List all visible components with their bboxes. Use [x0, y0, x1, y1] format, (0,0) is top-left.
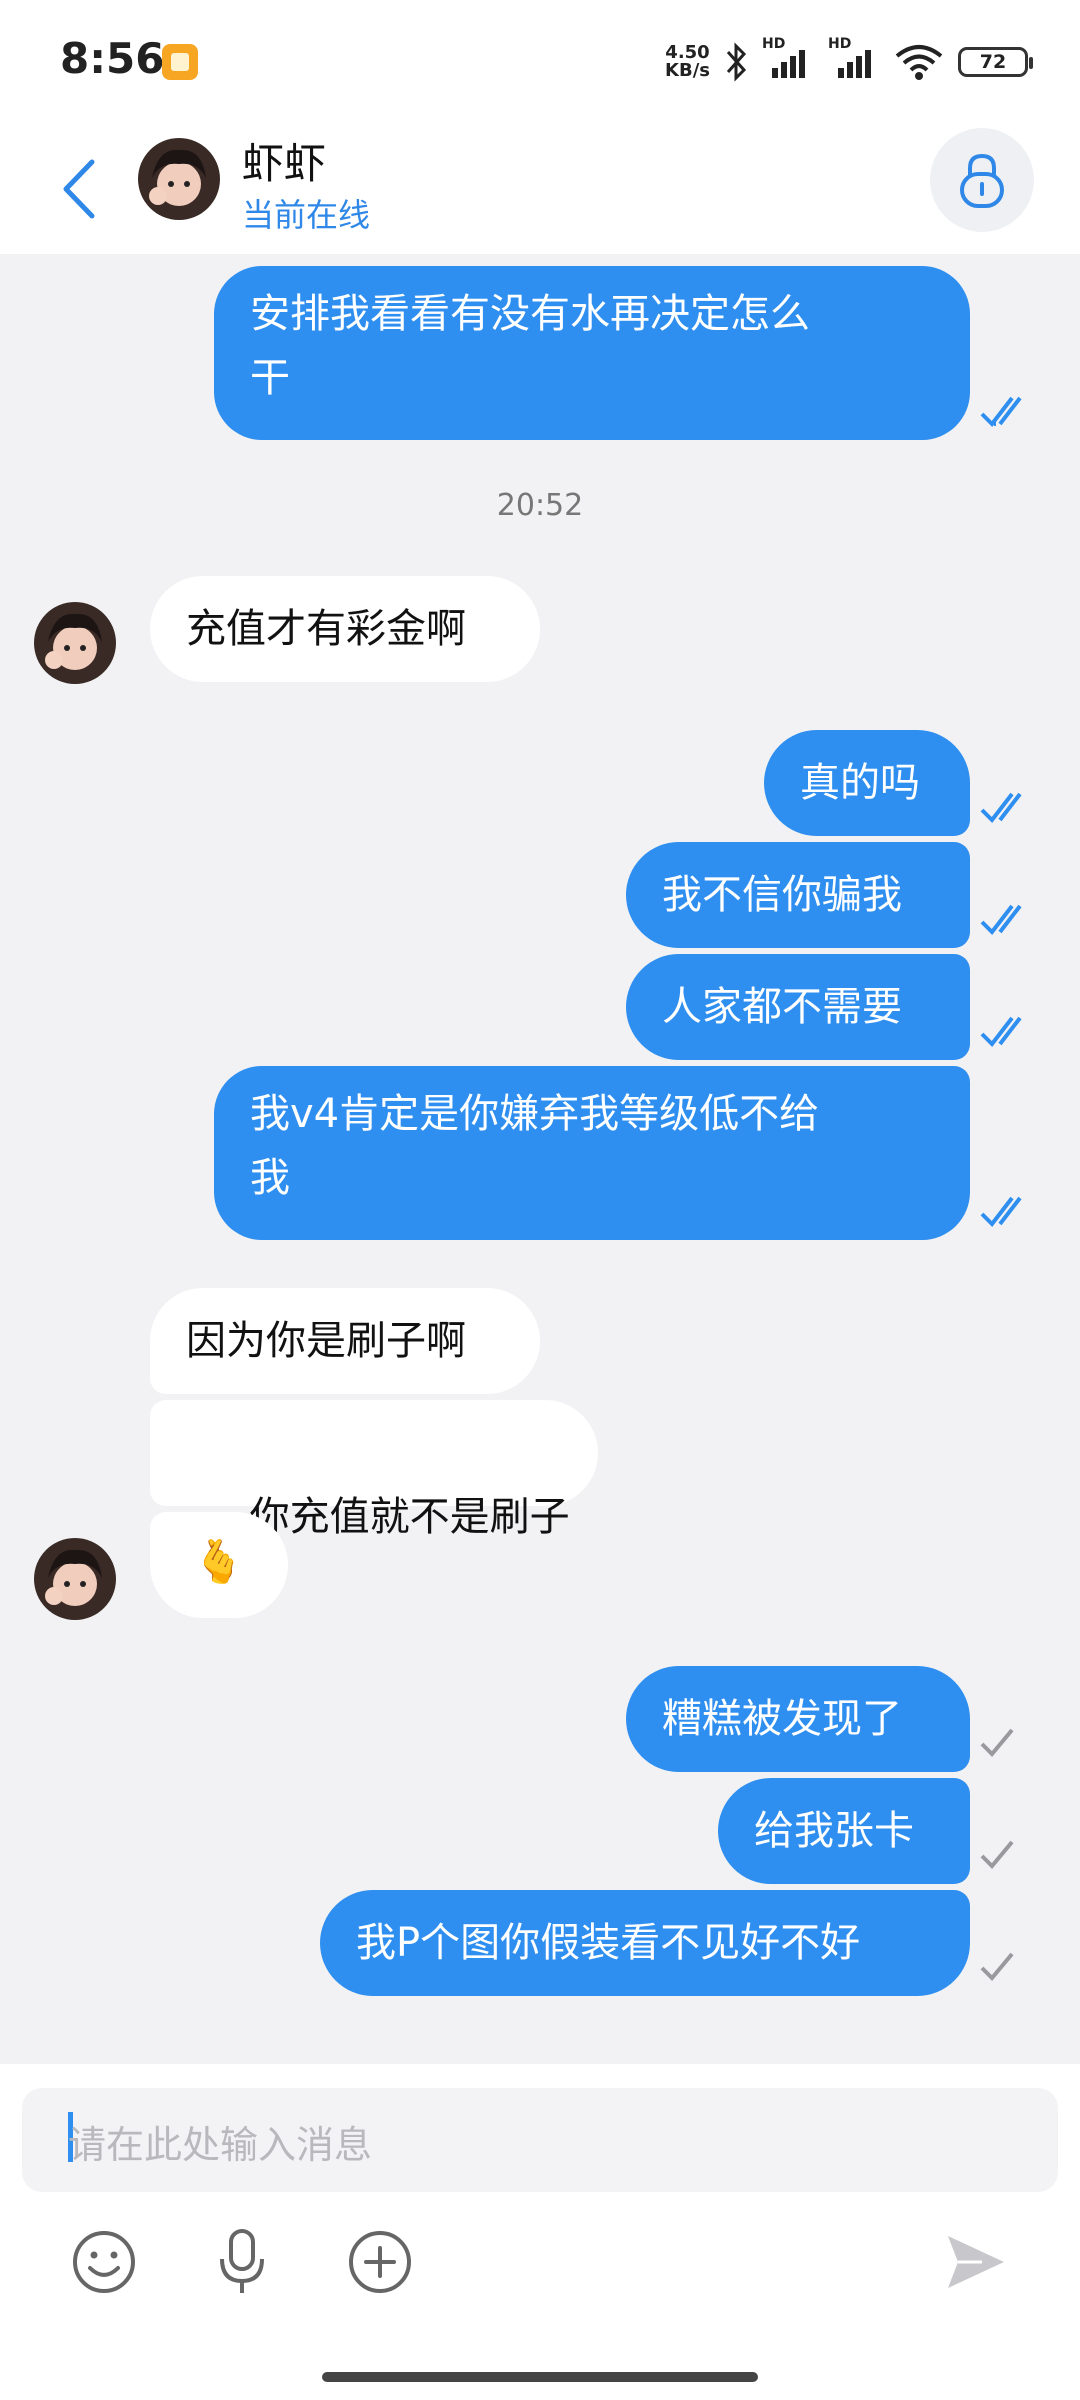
- status-time: 8:56: [60, 34, 165, 83]
- lock-button[interactable]: [930, 128, 1034, 232]
- cellular-signal-1-icon: HD: [762, 36, 814, 82]
- lock-icon: [960, 153, 1004, 208]
- read-double-check-icon: [980, 396, 1022, 428]
- send-icon: [948, 2236, 1004, 2288]
- cellular-signal-2-icon: HD: [828, 36, 880, 82]
- outgoing-message[interactable]: 人家都不需要: [626, 954, 970, 1060]
- contact-name: 虾虾: [242, 139, 327, 188]
- incoming-message[interactable]: 🫰: [150, 1512, 288, 1618]
- finger-heart-emoji: 🫰: [192, 1537, 246, 1586]
- message-text: 真的吗: [800, 760, 920, 806]
- read-double-check-icon: [980, 1196, 1022, 1228]
- sent-check-icon: [980, 1840, 1014, 1869]
- incoming-message[interactable]: 充值才有彩金啊: [150, 576, 540, 682]
- status-bar: 8:56 4.50 KB/s HD HD 72: [0, 0, 1080, 124]
- sender-avatar[interactable]: [34, 602, 116, 684]
- contact-avatar[interactable]: [138, 138, 220, 220]
- incoming-message[interactable]: 因为你是刷子啊: [150, 1288, 540, 1394]
- read-double-check-icon: [980, 904, 1022, 936]
- wifi-icon: [894, 42, 944, 82]
- message-text: 充值才有彩金啊: [186, 606, 466, 652]
- message-text: 给我张卡: [754, 1808, 914, 1854]
- chat-header: 虾虾 当前在线: [0, 124, 1080, 254]
- outgoing-message[interactable]: 糟糕被发现了: [626, 1666, 970, 1772]
- emoji-button[interactable]: [64, 2222, 144, 2302]
- battery-level: 72: [979, 51, 1007, 73]
- message-text-line: 安排我看看有没有水再决定怎么: [250, 291, 810, 337]
- sender-avatar[interactable]: [34, 1538, 116, 1620]
- incoming-message[interactable]: 你充值就不是刷子: [150, 1400, 598, 1540]
- message-text: 你充值就不是刷子: [236, 1494, 570, 1540]
- bluetooth-icon: [724, 42, 748, 82]
- emoji-icon: [73, 2231, 135, 2293]
- timestamp: 20:52: [496, 488, 584, 523]
- attach-button[interactable]: [340, 2222, 420, 2302]
- message-text: 糟糕被发现了: [662, 1696, 902, 1742]
- message-text-line: 我: [250, 1155, 290, 1201]
- outgoing-message[interactable]: 我v4肯定是你嫌弃我等级低不给 我: [214, 1066, 970, 1240]
- battery-indicator: 72: [958, 47, 1033, 77]
- outgoing-message[interactable]: 给我张卡: [718, 1778, 970, 1884]
- message-text-line: 我v4肯定是你嫌弃我等级低不给: [250, 1091, 820, 1137]
- read-double-check-icon: [980, 1016, 1022, 1048]
- message-input-placeholder: 请在此处输入消息: [68, 2123, 373, 2167]
- message-composer: 请在此处输入消息: [0, 2064, 1080, 2400]
- sent-check-icon: [980, 1952, 1014, 1981]
- outgoing-message[interactable]: 我不信你骗我: [626, 842, 970, 948]
- outgoing-message[interactable]: 安排我看看有没有水再决定怎么 干: [214, 266, 970, 440]
- home-indicator[interactable]: [322, 2372, 758, 2382]
- voice-button[interactable]: [202, 2222, 282, 2302]
- back-arrow-icon: [63, 159, 95, 219]
- read-double-check-icon: [980, 792, 1022, 824]
- message-text: 因为你是刷子啊: [186, 1318, 466, 1364]
- message-text-line: 干: [250, 355, 290, 401]
- network-speed-unit: KB/s: [665, 60, 710, 81]
- status-icons: 4.50 KB/s HD HD 72: [665, 36, 1033, 84]
- signal2-label: HD: [828, 36, 852, 52]
- signal1-label: HD: [762, 36, 786, 52]
- microphone-icon: [220, 2229, 264, 2293]
- notification-app-icon: [162, 44, 198, 80]
- sent-check-icon: [980, 1728, 1014, 1757]
- outgoing-message[interactable]: 我P个图你假装看不见好不好: [320, 1890, 970, 1996]
- contact-online-status: 当前在线: [242, 196, 371, 234]
- back-button[interactable]: [54, 150, 110, 228]
- outgoing-message[interactable]: 真的吗: [764, 730, 970, 836]
- message-text: 我不信你骗我: [662, 872, 902, 918]
- plus-icon: [349, 2231, 411, 2293]
- send-button[interactable]: [936, 2222, 1016, 2302]
- message-text: 人家都不需要: [662, 984, 902, 1030]
- message-text: 我P个图你假装看不见好不好: [356, 1920, 861, 1966]
- message-input[interactable]: 请在此处输入消息: [22, 2088, 1058, 2192]
- network-speed: 4.50 KB/s: [665, 44, 710, 80]
- message-list[interactable]: 安排我看看有没有水再决定怎么 干 20:52 充值才有彩金啊 真的吗 我不信你骗…: [0, 254, 1080, 2064]
